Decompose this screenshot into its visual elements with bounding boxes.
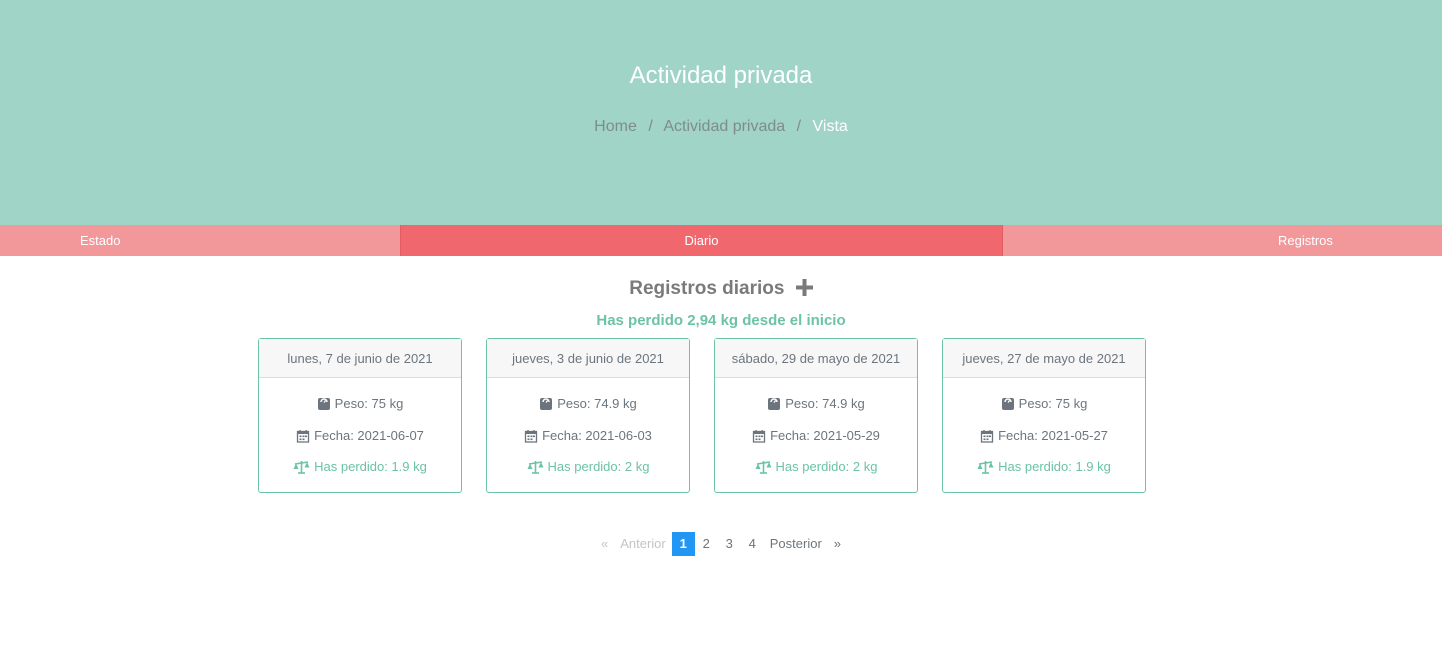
- pagination-next-arrow[interactable]: »: [828, 532, 847, 556]
- card-peso-text: Peso: 75 kg: [334, 396, 404, 411]
- card-perdido-text: Has perdido: 2 kg: [775, 459, 878, 474]
- breadcrumb: Home / Actividad privada / Vista: [0, 118, 1442, 136]
- breadcrumb-home[interactable]: Home: [594, 118, 637, 135]
- daily-record-card: lunes, 7 de junio de 2021 Peso: 75 kg Fe…: [258, 338, 462, 493]
- weight-icon: [1001, 397, 1015, 411]
- card-fecha: Fecha: 2021-06-07: [259, 428, 461, 443]
- tab-estado[interactable]: Estado: [0, 225, 400, 256]
- section-title: Registros diarios: [0, 278, 1442, 302]
- weight-icon: [539, 397, 553, 411]
- pagination-page-1[interactable]: 1: [671, 532, 695, 556]
- plus-icon[interactable]: [795, 279, 813, 302]
- calendar-icon: [980, 429, 994, 443]
- calendar-icon: [296, 429, 310, 443]
- balance-scale-icon: [755, 460, 772, 474]
- card-peso-text: Peso: 74.9 kg: [785, 396, 865, 411]
- pagination: « Anterior 1 2 3 4 Posterior »: [0, 532, 1442, 556]
- tab-bar: Estado Diario Registros: [0, 225, 1442, 256]
- card-fecha-text: Fecha: 2021-05-27: [998, 428, 1108, 443]
- card-peso: Peso: 74.9 kg: [487, 396, 689, 411]
- page-header: Actividad privada Home / Actividad priva…: [0, 0, 1442, 225]
- breadcrumb-separator: /: [648, 118, 653, 135]
- card-perdido: Has perdido: 2 kg: [487, 459, 689, 474]
- calendar-icon: [524, 429, 538, 443]
- balance-scale-icon: [527, 460, 544, 474]
- card-peso: Peso: 75 kg: [259, 396, 461, 411]
- card-perdido-text: Has perdido: 1.9 kg: [314, 459, 427, 474]
- card-peso-text: Peso: 75 kg: [1018, 396, 1088, 411]
- pagination-page-4[interactable]: 4: [741, 532, 764, 556]
- pagination-page-2[interactable]: 2: [695, 532, 718, 556]
- tab-diario[interactable]: Diario: [400, 225, 1003, 256]
- weight-icon: [317, 397, 331, 411]
- card-fecha: Fecha: 2021-05-27: [943, 428, 1145, 443]
- daily-record-card: jueves, 27 de mayo de 2021 Peso: 75 kg F…: [942, 338, 1146, 493]
- balance-scale-icon: [977, 460, 994, 474]
- pagination-page-3[interactable]: 3: [718, 532, 741, 556]
- breadcrumb-separator: /: [796, 118, 802, 135]
- card-perdido-text: Has perdido: 2 kg: [547, 459, 650, 474]
- calendar-icon: [752, 429, 766, 443]
- page-title: Actividad privada: [629, 62, 813, 89]
- card-fecha-text: Fecha: 2021-06-03: [542, 428, 652, 443]
- tab-registros[interactable]: Registros: [1003, 225, 1442, 256]
- pagination-prev-arrow: «: [600, 536, 609, 551]
- card-date: jueves, 3 de junio de 2021: [487, 339, 689, 378]
- pagination-next[interactable]: Posterior: [764, 532, 828, 556]
- weight-loss-summary: Has perdido 2,94 kg desde el inicio: [596, 312, 846, 329]
- weight-icon: [767, 397, 781, 411]
- daily-record-card: sábado, 29 de mayo de 2021 Peso: 74.9 kg…: [714, 338, 918, 493]
- card-date: lunes, 7 de junio de 2021: [259, 339, 461, 378]
- daily-record-card: jueves, 3 de junio de 2021 Peso: 74.9 kg…: [486, 338, 690, 493]
- card-perdido: Has perdido: 2 kg: [715, 459, 917, 474]
- card-peso: Peso: 75 kg: [943, 396, 1145, 411]
- card-fecha-text: Fecha: 2021-05-29: [770, 428, 880, 443]
- card-fecha-text: Fecha: 2021-06-07: [314, 428, 424, 443]
- card-fecha: Fecha: 2021-05-29: [715, 428, 917, 443]
- pagination-prev: Anterior: [620, 536, 666, 551]
- card-perdido: Has perdido: 1.9 kg: [943, 459, 1145, 474]
- card-peso: Peso: 74.9 kg: [715, 396, 917, 411]
- card-perdido: Has perdido: 1.9 kg: [259, 459, 461, 474]
- card-perdido-text: Has perdido: 1.9 kg: [998, 459, 1111, 474]
- breadcrumb-current: Vista: [812, 118, 848, 135]
- section-title-text: Registros diarios: [629, 278, 785, 299]
- balance-scale-icon: [293, 460, 310, 474]
- card-date: sábado, 29 de mayo de 2021: [715, 339, 917, 378]
- breadcrumb-actividad-privada[interactable]: Actividad privada: [663, 118, 785, 135]
- card-fecha: Fecha: 2021-06-03: [487, 428, 689, 443]
- card-peso-text: Peso: 74.9 kg: [557, 396, 637, 411]
- card-date: jueves, 27 de mayo de 2021: [943, 339, 1145, 378]
